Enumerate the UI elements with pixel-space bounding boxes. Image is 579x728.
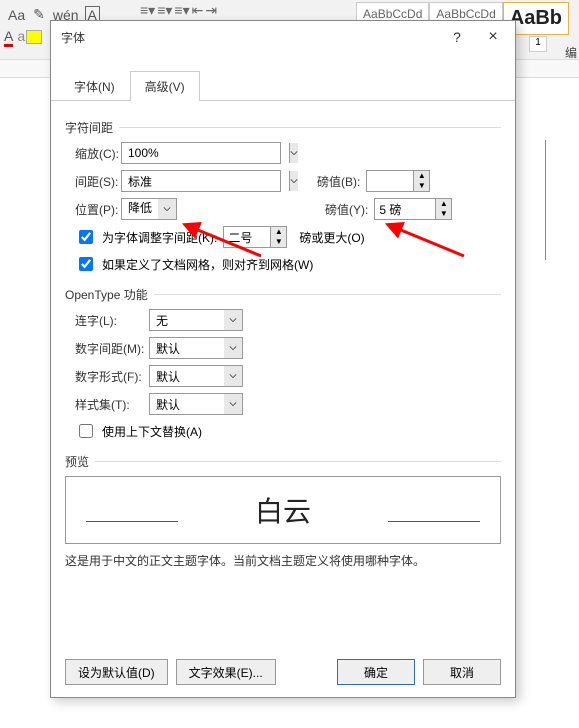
preview-rule-left xyxy=(86,521,178,522)
preview-label: 预览 xyxy=(65,453,89,470)
chevron-down-icon[interactable] xyxy=(224,338,242,358)
spin-up-icon[interactable]: ▲ xyxy=(271,227,286,237)
dialog-button-row: 设为默认值(D) 文字效果(E)... 确定 取消 xyxy=(51,659,515,685)
opentype-group: OpenType 功能 连字(L): 无 数字间距(M): 默认 数字形式(F)… xyxy=(65,286,501,441)
preview-description: 这是用于中文的正文主题字体。当前文档主题定义将使用哪种字体。 xyxy=(65,552,501,569)
style-number: 1 xyxy=(529,36,547,52)
chevron-down-icon[interactable] xyxy=(224,310,242,330)
ok-button[interactable]: 确定 xyxy=(337,659,415,685)
spin-up-icon[interactable]: ▲ xyxy=(414,171,429,181)
indent-left-icon[interactable]: ⇤ xyxy=(192,2,204,19)
numspacing-label: 数字间距(M): xyxy=(75,340,149,357)
set-default-button[interactable]: 设为默认值(D) xyxy=(65,659,168,685)
dialog-titlebar: 字体 ? × xyxy=(51,21,515,53)
chevron-down-icon[interactable] xyxy=(224,366,242,386)
preview-box: 白云 xyxy=(65,476,501,544)
spin-up-icon[interactable]: ▲ xyxy=(436,199,451,209)
kerning-checkbox[interactable] xyxy=(79,230,93,244)
numforms-value: 默认 xyxy=(150,366,224,386)
scale-combo[interactable] xyxy=(121,142,281,164)
position-combo[interactable]: 降低 xyxy=(121,198,177,220)
kerning-label: 为字体调整字间距(K): xyxy=(102,229,217,246)
case-icon[interactable]: Aa xyxy=(6,5,27,25)
snap-grid-checkbox[interactable] xyxy=(79,257,93,271)
bullets-icon[interactable]: ≡▾ xyxy=(140,2,155,19)
contextual-checkbox[interactable] xyxy=(79,424,93,438)
highlight-color-swatch[interactable] xyxy=(26,30,42,44)
char-spacing-group: 字符间距 缩放(C): 间距(S): 磅值(B): ▲▼ xyxy=(65,119,501,274)
page-edge xyxy=(545,140,575,260)
preview-group: 预览 白云 这是用于中文的正文主题字体。当前文档主题定义将使用哪种字体。 xyxy=(65,453,501,569)
chevron-down-icon[interactable] xyxy=(158,199,176,219)
position-by-spinner[interactable]: ▲▼ xyxy=(374,198,452,220)
spacing-combo[interactable] xyxy=(121,170,281,192)
font-color-icon[interactable]: A xyxy=(4,28,13,47)
close-button[interactable]: × xyxy=(475,23,511,51)
preview-text: 白云 xyxy=(255,490,311,530)
spin-down-icon[interactable]: ▼ xyxy=(414,181,429,191)
dialog-title: 字体 xyxy=(61,29,85,46)
styleset-combo[interactable]: 默认 xyxy=(149,393,243,415)
kerning-input[interactable] xyxy=(224,227,270,247)
spacing-by-input[interactable] xyxy=(367,171,413,191)
preview-rule-right xyxy=(388,521,480,522)
ligatures-combo[interactable]: 无 xyxy=(149,309,243,331)
snap-grid-label: 如果定义了文档网格，则对齐到网格(W) xyxy=(102,256,313,273)
chevron-down-icon[interactable] xyxy=(289,143,298,163)
clear-format-icon[interactable]: ✎ xyxy=(31,4,47,25)
ligatures-value: 无 xyxy=(150,310,224,330)
multilevel-icon[interactable]: ≡▾ xyxy=(174,2,189,19)
numforms-combo[interactable]: 默认 xyxy=(149,365,243,387)
indent-right-icon[interactable]: ⇥ xyxy=(205,2,217,19)
numbering-icon[interactable]: ≡▾ xyxy=(157,2,172,19)
scale-input[interactable] xyxy=(122,143,289,163)
position-by-input[interactable] xyxy=(375,199,435,219)
dialog-tabs: 字体(N) 高级(V) xyxy=(51,71,515,101)
numspacing-combo[interactable]: 默认 xyxy=(149,337,243,359)
spin-down-icon[interactable]: ▼ xyxy=(271,237,286,247)
help-button[interactable]: ? xyxy=(439,23,475,51)
numforms-label: 数字形式(F): xyxy=(75,368,149,385)
font-dialog: 字体 ? × 字体(N) 高级(V) 字符间距 缩放(C): 间距(S): xyxy=(50,20,516,698)
numspacing-value: 默认 xyxy=(150,338,224,358)
kerning-spinner[interactable]: ▲▼ xyxy=(223,226,287,248)
chevron-down-icon[interactable] xyxy=(224,394,242,414)
position-value: 降低 xyxy=(122,199,158,219)
styleset-value: 默认 xyxy=(150,394,224,414)
text-effects-button[interactable]: 文字效果(E)... xyxy=(176,659,276,685)
ribbon-list-group: ≡▾ ≡▾ ≡▾ ⇤ ⇥ xyxy=(140,2,217,19)
spin-down-icon[interactable]: ▼ xyxy=(436,209,451,219)
opentype-label: OpenType 功能 xyxy=(65,286,148,303)
position-label: 位置(P): xyxy=(75,201,121,218)
ligatures-label: 连字(L): xyxy=(75,312,149,329)
styleset-label: 样式集(T): xyxy=(75,396,149,413)
spacing-label: 间距(S): xyxy=(75,173,121,190)
spacing-by-spinner[interactable]: ▲▼ xyxy=(366,170,430,192)
spacing-input[interactable] xyxy=(122,171,289,191)
chevron-down-icon[interactable] xyxy=(289,171,298,191)
char-spacing-label: 字符间距 xyxy=(65,119,113,136)
position-by-label: 磅值(Y): xyxy=(325,201,368,218)
cancel-button[interactable]: 取消 xyxy=(423,659,501,685)
tab-advanced[interactable]: 高级(V) xyxy=(130,71,200,101)
tab-font[interactable]: 字体(N) xyxy=(59,71,130,101)
contextual-label: 使用上下文替换(A) xyxy=(102,423,202,440)
scale-label: 缩放(C): xyxy=(75,145,121,162)
spacing-by-label: 磅值(B): xyxy=(317,173,360,190)
kerning-suffix: 磅或更大(O) xyxy=(299,229,364,246)
